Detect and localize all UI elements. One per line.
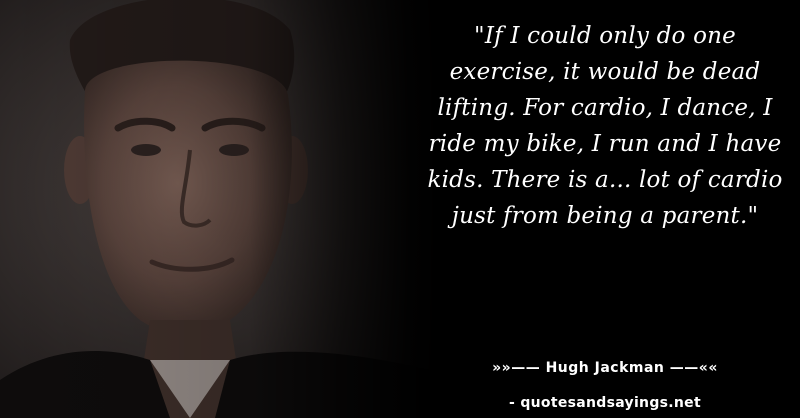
quote-card: "If I could only do one exercise, it wou… (0, 0, 800, 418)
quote-text: "If I could only do one exercise, it wou… (427, 23, 783, 229)
author-line: »»—— Hugh Jackman ——«« (492, 360, 718, 376)
site-watermark: - quotesandsayings.net (509, 395, 701, 411)
